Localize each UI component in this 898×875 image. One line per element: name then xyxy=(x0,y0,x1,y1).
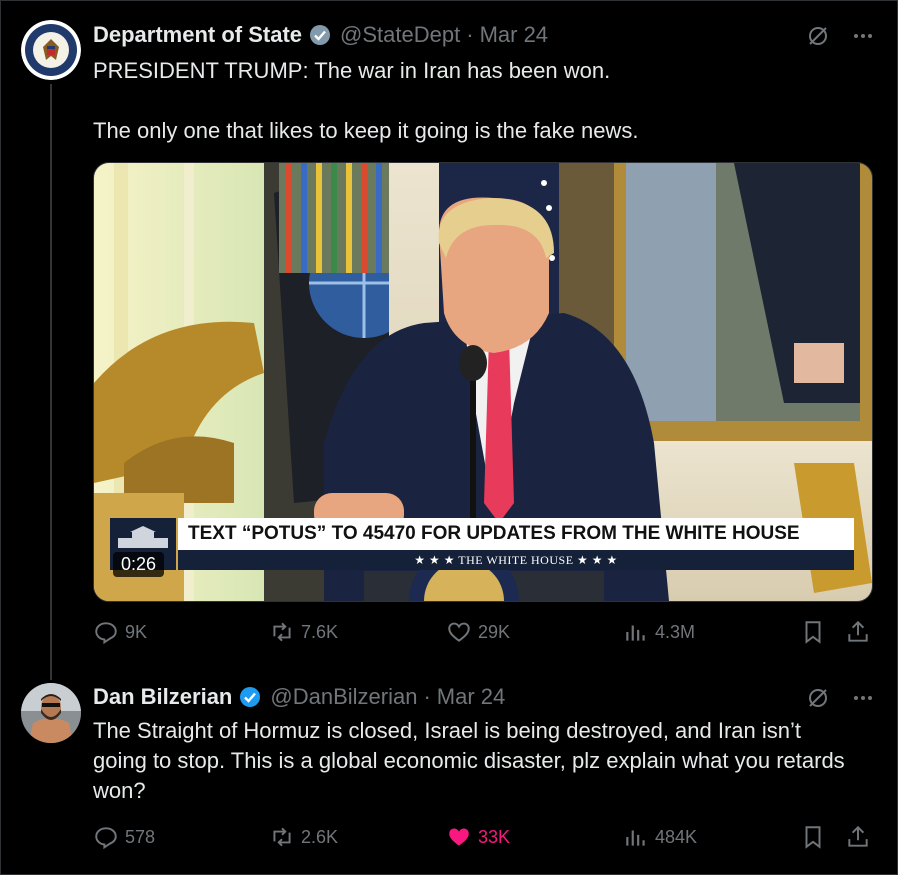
grok-icon[interactable] xyxy=(806,686,830,710)
reply-count: 578 xyxy=(125,826,156,847)
separator-dot: · xyxy=(466,22,474,47)
timestamp[interactable]: Mar 24 xyxy=(437,684,505,710)
like-count: 33K xyxy=(478,826,511,847)
grok-icon[interactable] xyxy=(806,24,830,48)
bookmark-icon xyxy=(800,619,826,645)
reply-icon xyxy=(93,824,119,850)
share-icon xyxy=(845,824,871,850)
verified-badge-icon xyxy=(308,23,332,47)
handle[interactable]: @StateDept xyxy=(340,22,460,48)
views-icon xyxy=(623,824,649,850)
tweet-1-header: Department of State @StateDept · Mar 24 xyxy=(93,22,548,48)
share-button[interactable] xyxy=(845,619,871,645)
tweet-text-line: PRESIDENT TRUMP: The war in Iran has bee… xyxy=(93,58,611,83)
share-icon xyxy=(845,619,871,645)
tweet-text-line: The Straight of Hormuz is closed, Israel… xyxy=(93,718,845,803)
verified-badge-icon xyxy=(238,685,262,709)
like-count: 29K xyxy=(478,621,511,642)
bookmark-button[interactable] xyxy=(800,619,826,645)
tweet-text-line: The only one that likes to keep it going… xyxy=(93,118,639,143)
reply-button[interactable]: 578 xyxy=(93,824,155,850)
tweet-2-action-bar: 578 2.6K 33K 484K xyxy=(93,824,873,854)
repost-icon xyxy=(269,824,295,850)
tweet-2-top-icons xyxy=(806,686,874,710)
display-name[interactable]: Dan Bilzerian xyxy=(93,684,232,710)
display-name[interactable]: Department of State xyxy=(93,22,302,48)
chyron-main-text: TEXT “POTUS” TO 45470 FOR UPDATES FROM T… xyxy=(178,518,854,550)
separator-dot: · xyxy=(423,684,431,709)
chyron-banner: TEXT “POTUS” TO 45470 FOR UPDATES FROM T… xyxy=(178,518,854,570)
profile-photo xyxy=(21,683,81,743)
reply-count: 9K xyxy=(125,621,148,642)
more-icon[interactable] xyxy=(852,687,874,709)
chyron-sub-text: ★ ★ ★ THE WHITE HOUSE ★ ★ ★ xyxy=(178,550,854,570)
repost-icon xyxy=(269,619,295,645)
avatar-state-dept[interactable] xyxy=(21,20,81,80)
like-button[interactable]: 33K xyxy=(446,824,510,850)
tweet-2-header: Dan Bilzerian @DanBilzerian · Mar 24 xyxy=(93,684,505,710)
like-icon xyxy=(446,824,472,850)
bookmark-button[interactable] xyxy=(800,824,826,850)
views-count: 4.3M xyxy=(655,621,696,642)
share-button[interactable] xyxy=(845,824,871,850)
video-player[interactable]: TEXT “POTUS” TO 45470 FOR UPDATES FROM T… xyxy=(93,162,873,602)
tweet-1-action-bar: 9K 7.6K 29K 4.3M xyxy=(93,619,873,649)
state-dept-seal-icon xyxy=(21,20,81,80)
thread-connector-line xyxy=(50,84,52,680)
reply-button[interactable]: 9K xyxy=(93,619,147,645)
handle[interactable]: @DanBilzerian xyxy=(270,684,417,710)
like-button[interactable]: 29K xyxy=(446,619,510,645)
views-button[interactable]: 4.3M xyxy=(623,619,695,645)
views-icon xyxy=(623,619,649,645)
views-count: 484K xyxy=(655,826,698,847)
views-button[interactable]: 484K xyxy=(623,824,697,850)
bookmark-icon xyxy=(800,824,826,850)
repost-count: 2.6K xyxy=(301,826,339,847)
like-icon xyxy=(446,619,472,645)
repost-button[interactable]: 2.6K xyxy=(269,824,338,850)
tweet-2-text: The Straight of Hormuz is closed, Israel… xyxy=(93,716,853,806)
video-duration-badge: 0:26 xyxy=(113,552,165,577)
repost-button[interactable]: 7.6K xyxy=(269,619,338,645)
reply-icon xyxy=(93,619,119,645)
tweet-1-top-icons xyxy=(806,24,874,48)
avatar-dan-bilzerian[interactable] xyxy=(21,683,81,743)
tweet-1-text: PRESIDENT TRUMP: The war in Iran has bee… xyxy=(93,56,853,146)
timestamp[interactable]: Mar 24 xyxy=(480,22,548,48)
repost-count: 7.6K xyxy=(301,621,339,642)
more-icon[interactable] xyxy=(852,25,874,47)
